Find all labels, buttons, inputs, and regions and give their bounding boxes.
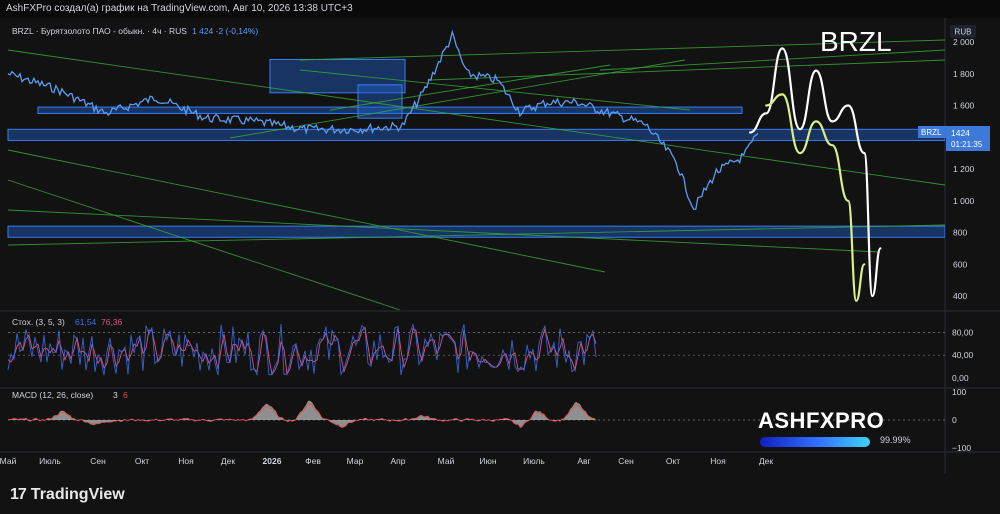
macd-tick-label: −100 [952,443,971,453]
countdown-timer: 01:21:35 [951,140,983,149]
price-tick-label: 1 200 [953,164,975,174]
price-tick-label: 1 000 [953,196,975,206]
time-axis-label: Июль [39,456,61,466]
time-axis-label: Май [438,456,455,466]
macd-signal-value: 6 [123,390,128,400]
time-axis-label: Окт [666,456,680,466]
projection-yellow [765,93,866,302]
stoch-legend: Стох. (3, 5, 3) [12,317,65,327]
tradingview-logo-text: TradingView [30,486,125,503]
chart-ticker-title: BRZL [820,26,892,57]
price-tick-label: 1 800 [953,69,975,79]
price-tick-label: 2 000 [953,37,975,47]
price-tick-label: 400 [953,291,967,301]
time-axis-label: Фев [305,456,321,466]
time-axis-label: 2026 [263,456,282,466]
last-symbol-label: BRZL [921,128,942,137]
time-axis-label: Сен [618,456,634,466]
macd-tick-label: 0 [952,415,957,425]
time-axis-label: Апр [391,456,406,466]
macd-hist-value: 3 [113,390,118,400]
symbol-legend: BRZL · Бурятзолото ПАО - обыкн. · 4ч · R… [12,26,187,36]
time-axis-label: Дек [759,456,773,466]
price-tick-label: 1 600 [953,101,975,111]
tradingview-logo[interactable]: 17 TradingView [10,486,125,504]
footer: 17 TradingView [0,474,1000,514]
stoch-tick-label: 80,00 [952,327,974,337]
stoch-d-value: 76,36 [101,317,123,327]
chart-area[interactable]: BRZL · Бурятзолото ПАО - обыкн. · 4ч · R… [0,0,1000,474]
time-axis-label: Май [0,456,17,466]
time-axis-label: Ноя [710,456,726,466]
stoch-tick-label: 0,00 [952,373,969,383]
macd-tick-label: 100 [952,387,966,397]
macd-legend: MACD (12, 26, close) [12,390,93,400]
price-tick-label: 800 [953,228,967,238]
brand-progress-label: 99.99% [880,435,911,445]
price-tick-label: 600 [953,259,967,269]
brand-progress-bar [760,437,870,447]
support-zone [7,128,945,141]
last-price-value: 1424 [951,128,970,138]
time-axis-label: Мар [347,456,364,466]
tradingview-logo-mark: 17 [10,486,27,503]
time-axis-label: Ноя [178,456,194,466]
time-axis-label: Июль [523,456,545,466]
projection-white [749,47,882,298]
price-line [7,29,759,210]
price-change-legend: 1 424 -2 (-0,14%) [192,26,258,36]
trendline [7,179,401,310]
brand-name: ASHFXPRO [758,408,885,433]
brand-watermark: ASHFXPRO 99.99% [758,408,918,447]
trendline [429,59,945,81]
time-axis-label: Июн [479,456,496,466]
trendline [7,149,606,273]
time-axis-label: Авг [577,456,590,466]
currency-label: RUB [955,28,972,37]
time-axis-label: Дек [221,456,235,466]
time-axis-label: Окт [135,456,149,466]
stoch-k-line [7,323,597,377]
time-axis-label: Сен [90,456,106,466]
stoch-tick-label: 40,00 [952,350,974,360]
stoch-k-value: 61,54 [75,317,97,327]
